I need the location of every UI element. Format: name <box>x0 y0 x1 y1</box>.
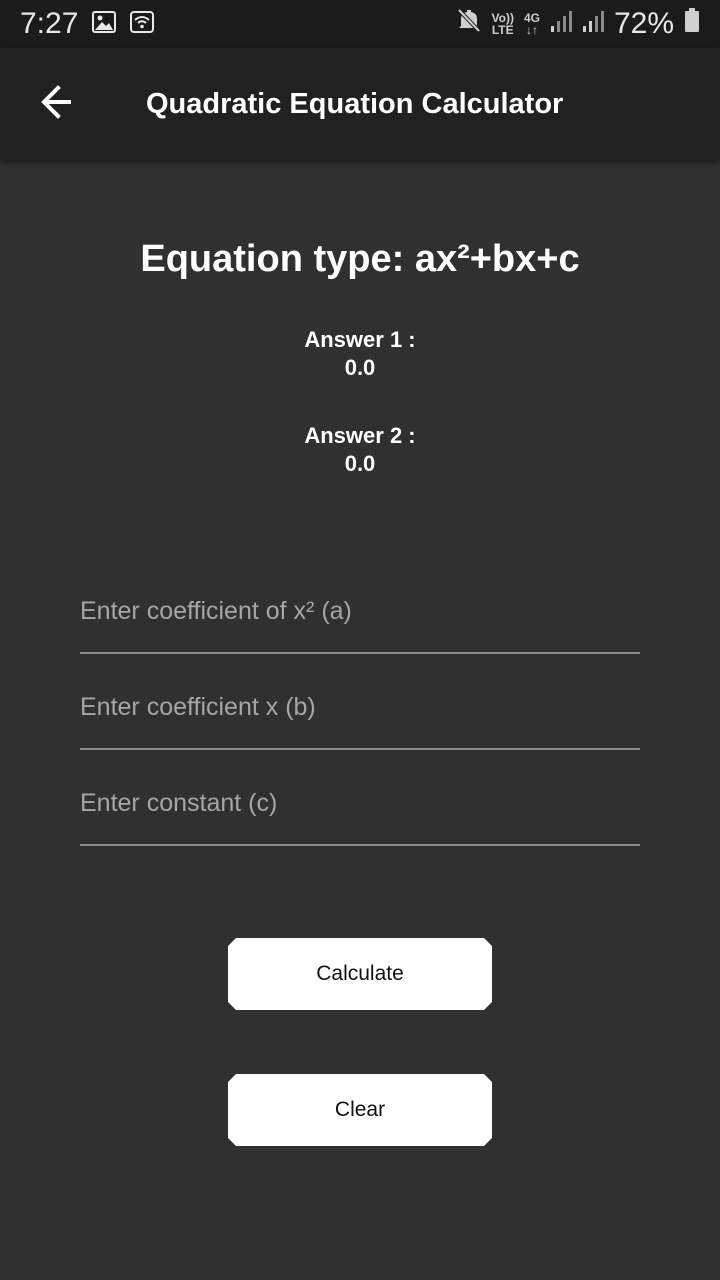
clear-button[interactable]: Clear <box>228 1074 492 1146</box>
equation-type-heading: Equation type: ax²+bx+c <box>140 238 580 280</box>
page-title: Quadratic Equation Calculator <box>146 87 564 120</box>
answer-2: Answer 2 : 0.0 <box>0 422 720 478</box>
answer-2-label: Answer 2 : <box>304 423 416 448</box>
constant-c-input[interactable] <box>80 789 640 818</box>
network-4g-indicator: 4G ↓↑ <box>524 12 540 36</box>
constant-c-field[interactable] <box>80 750 640 846</box>
answer-1-label: Answer 1 : <box>304 327 416 352</box>
status-right: Vo)) LTE 4G ↓↑ 72% <box>456 7 701 41</box>
coefficient-b-input[interactable] <box>80 693 640 722</box>
volte-bottom: LTE <box>491 23 514 37</box>
signal-icon-2 <box>582 7 604 41</box>
app-bar: Quadratic Equation Calculator <box>0 48 720 160</box>
status-bar: 7:27 Vo)) LTE 4G ↓↑ 72% <box>0 0 720 48</box>
status-time: 7:27 <box>20 7 79 40</box>
coefficient-a-field[interactable] <box>80 558 640 654</box>
battery-icon <box>684 7 700 41</box>
answer-1: Answer 1 : 0.0 <box>0 326 720 382</box>
answer-1-value: 0.0 <box>344 355 376 380</box>
coefficient-b-field[interactable] <box>80 654 640 750</box>
calculate-button[interactable]: Calculate <box>228 938 492 1010</box>
status-left: 7:27 <box>20 7 155 41</box>
volte-indicator: Vo)) LTE <box>492 12 514 36</box>
answer-2-value: 0.0 <box>344 451 376 476</box>
battery-percent: 72% <box>613 7 674 40</box>
net-arrows: ↓↑ <box>525 23 538 37</box>
wifi-icon <box>130 7 155 41</box>
coefficient-a-input[interactable] <box>80 597 640 626</box>
back-button[interactable] <box>28 76 84 132</box>
image-icon <box>92 7 117 41</box>
signal-icon <box>550 7 572 41</box>
mute-icon <box>456 7 482 41</box>
arrow-left-icon <box>38 84 74 125</box>
